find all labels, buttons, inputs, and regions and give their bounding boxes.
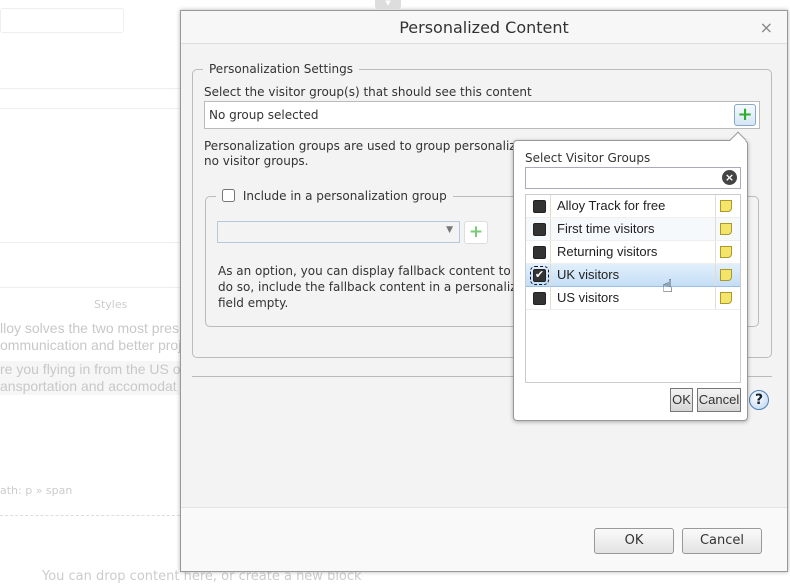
background-text: lloy solves the two most pres ommunicati… [0, 320, 182, 395]
popup-ok-button[interactable]: OK [670, 388, 693, 412]
column-separator [715, 195, 716, 217]
plus-icon: + [737, 104, 753, 125]
include-checkbox[interactable] [222, 189, 235, 202]
visitor-group-checkbox[interactable] [533, 246, 546, 259]
visitor-group-checkbox[interactable] [533, 292, 546, 305]
visitor-group-checkbox[interactable] [533, 223, 546, 236]
info-line: field empty. [218, 296, 289, 310]
visitor-group-label: Returning visitors [557, 244, 658, 259]
info-line: Personalization groups are used to group… [204, 139, 523, 153]
visitor-group-checkbox[interactable] [533, 200, 546, 213]
background-dashed [0, 515, 180, 516]
visitor-groups-field[interactable]: No group selected + [204, 101, 760, 129]
include-label: Include in a personalization group [242, 189, 447, 203]
visitor-group-row[interactable]: US visitors [526, 287, 740, 310]
visitor-group-row[interactable]: Alloy Track for free [526, 195, 740, 218]
column-separator [550, 241, 551, 263]
text-line: re you flying in from the US o [0, 361, 182, 378]
note-icon[interactable] [720, 292, 732, 304]
groups-info: Personalization groups are used to group… [204, 139, 523, 169]
column-separator [550, 264, 551, 286]
hand-cursor-icon: ☝ [662, 276, 673, 297]
add-personalization-group-button[interactable]: + [464, 221, 488, 244]
close-icon[interactable]: × [760, 11, 773, 44]
visitor-group-label: US visitors [557, 290, 620, 305]
background-path: ath: p » span [0, 484, 73, 497]
dropdown-arrow-icon: ▼ [446, 225, 453, 235]
cancel-button[interactable]: Cancel [682, 528, 762, 554]
background-editor-toolbar [0, 242, 180, 288]
note-icon[interactable] [720, 246, 732, 258]
select-label: Select the visitor group(s) that should … [204, 85, 532, 99]
note-icon[interactable] [720, 223, 732, 235]
visitor-group-row[interactable]: Returning visitors [526, 241, 740, 264]
column-separator [715, 218, 716, 240]
text-line: ansportation and accomodat [0, 378, 182, 395]
visitor-group-label: First time visitors [557, 221, 655, 236]
column-separator [715, 264, 716, 286]
select-visitor-groups-popup: Select Visitor Groups × Alloy Track for … [513, 131, 748, 421]
info-line: As an option, you can display fallback c… [218, 264, 532, 278]
group-select[interactable]: ▼ [217, 221, 460, 243]
visitor-group-row[interactable]: ✔ UK visitors [526, 264, 740, 287]
text-line: lloy solves the two most pres [0, 320, 179, 336]
settings-legend: Personalization Settings [209, 62, 354, 76]
background-divider [0, 88, 180, 89]
visitor-group-label: UK visitors [557, 267, 620, 282]
background-toolbar [0, 8, 124, 33]
visitor-group-list: Alloy Track for free First time visitors R… [525, 194, 741, 383]
column-separator [550, 287, 551, 309]
ok-button[interactable]: OK [594, 528, 674, 554]
popup-cancel-button[interactable]: Cancel [697, 388, 741, 412]
note-icon[interactable] [720, 200, 732, 212]
collapse-tab[interactable]: ▼ [375, 0, 401, 9]
include-legend: Include in a personalization group [216, 189, 453, 203]
column-separator [550, 195, 551, 217]
popup-title: Select Visitor Groups [525, 151, 651, 165]
dialog-title: Personalized Content [399, 18, 569, 37]
visitor-group-search[interactable]: × [525, 167, 741, 189]
help-icon[interactable]: ? [749, 390, 769, 410]
background-divider [0, 108, 180, 109]
add-group-button[interactable]: + [734, 104, 756, 126]
clear-search-icon[interactable]: × [722, 170, 737, 185]
dialog-header: Personalized Content × [181, 11, 787, 44]
column-separator [715, 241, 716, 263]
background-styles-dropdown: Styles [94, 298, 128, 311]
note-icon[interactable] [720, 269, 732, 281]
visitor-group-label: Alloy Track for free [557, 198, 666, 213]
visitor-group-row[interactable]: First time visitors [526, 218, 740, 241]
groups-value: No group selected [209, 108, 319, 122]
info-line: no visitor groups. [204, 154, 309, 168]
column-separator [550, 218, 551, 240]
visitor-group-checkbox[interactable]: ✔ [530, 266, 549, 285]
info-line: do so, include the fallback content in a… [218, 280, 529, 294]
fallback-info: As an option, you can display fallback c… [218, 263, 531, 311]
text-line: ommunication and better proj [0, 337, 182, 353]
column-separator [715, 287, 716, 309]
plus-icon: + [468, 222, 484, 242]
